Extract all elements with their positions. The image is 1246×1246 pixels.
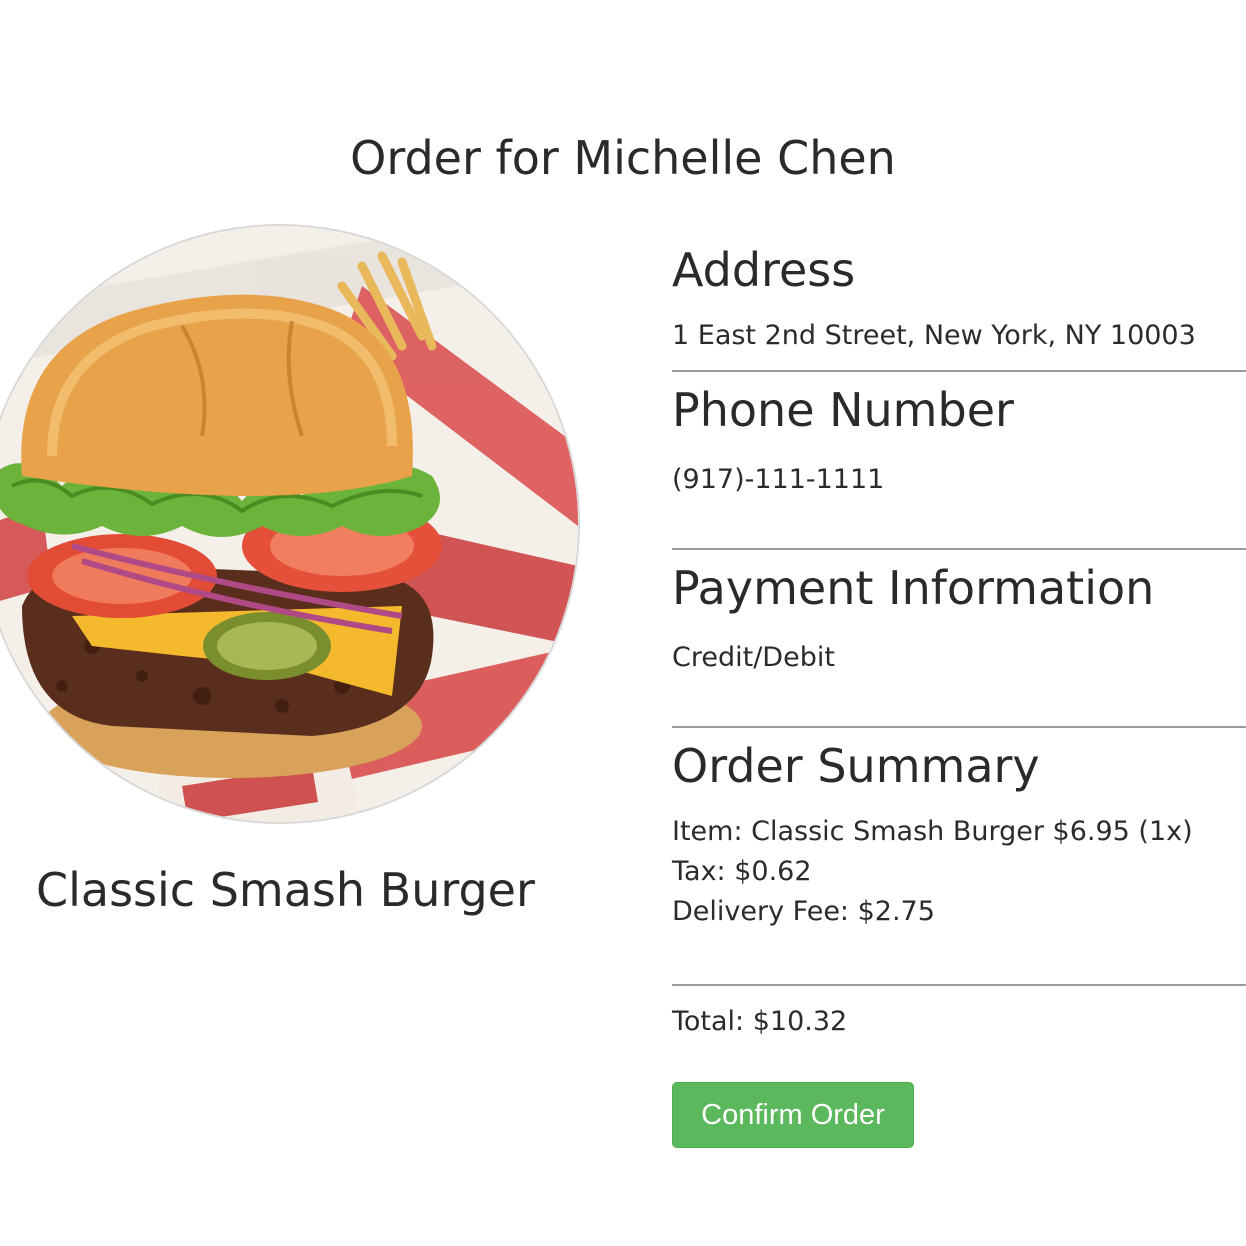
address-section: Address 1 East 2nd Street, New York, NY … [672,240,1246,372]
order-summary-lines: Item: Classic Smash Burger $6.95 (1x) Ta… [672,812,1246,932]
payment-section: Payment Information Credit/Debit [672,558,1246,728]
order-summary-heading: Order Summary [672,739,1040,793]
item-name: Classic Smash Burger [36,863,535,917]
summary-delivery-line: Delivery Fee: $2.75 [672,896,935,927]
phone-heading: Phone Number [672,383,1014,437]
burger-image [0,226,578,822]
address-value: 1 East 2nd Street, New York, NY 10003 [672,320,1196,351]
phone-section: Phone Number (917)-111-1111 [672,380,1246,550]
order-total: Total: $10.32 [672,1006,848,1037]
address-heading: Address [672,243,856,297]
confirm-order-button[interactable]: Confirm Order [672,1082,914,1148]
payment-value: Credit/Debit [672,642,835,673]
page-title: Order for Michelle Chen [350,131,896,185]
summary-item-line: Item: Classic Smash Burger $6.95 (1x) [672,816,1193,847]
phone-value: (917)-111-1111 [672,464,885,495]
payment-heading: Payment Information [672,561,1155,615]
order-summary-section: Order Summary Item: Classic Smash Burger… [672,736,1246,986]
order-details: Address 1 East 2nd Street, New York, NY … [672,240,1246,1148]
summary-tax-line: Tax: $0.62 [672,856,812,887]
